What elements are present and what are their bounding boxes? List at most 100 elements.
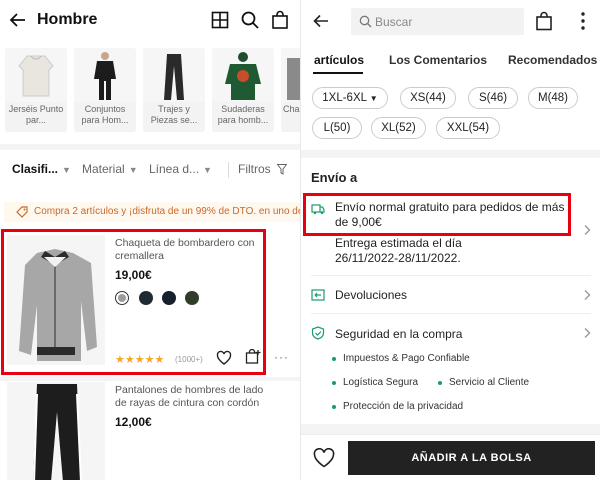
back-arrow-icon[interactable] bbox=[312, 12, 330, 30]
category-label: Trajes y Piezas se... bbox=[150, 104, 198, 125]
category-sets[interactable]: Conjuntos para Hom... bbox=[74, 48, 136, 132]
wishlist-heart-icon[interactable] bbox=[216, 350, 232, 366]
detail-tabs: artículos Los Comentarios Recomendados bbox=[301, 46, 600, 76]
wishlist-heart-icon[interactable] bbox=[313, 448, 335, 468]
color-swatch-olive[interactable] bbox=[185, 291, 199, 305]
product-image[interactable] bbox=[7, 235, 105, 365]
category-list-screen: Hombre Jerséis Punto par... Conjuntos pa… bbox=[0, 0, 300, 480]
category-jackets[interactable]: Cha & Ab bbox=[281, 48, 300, 132]
security-item: Protección de la privacidad bbox=[331, 401, 464, 412]
chevron-right-icon[interactable] bbox=[583, 327, 591, 339]
returns-icon bbox=[311, 289, 325, 301]
category-suits[interactable]: Trajes y Piezas se... bbox=[143, 48, 205, 132]
bomber-jacket-image bbox=[7, 235, 105, 365]
chevron-right-icon[interactable] bbox=[583, 289, 591, 301]
product-price: 19,00€ bbox=[115, 268, 152, 282]
material-dropdown[interactable]: Material ▼ bbox=[82, 162, 138, 176]
product-name[interactable]: Pantalones de hombres de lado de rayas d… bbox=[115, 384, 265, 410]
chevron-down-icon: ▼ bbox=[128, 165, 138, 175]
filters-button[interactable]: Filtros bbox=[238, 162, 288, 176]
search-icon[interactable] bbox=[240, 10, 260, 30]
delivery-estimate-label: Entrega estimada el día bbox=[335, 236, 462, 250]
search-input[interactable] bbox=[375, 12, 515, 31]
more-options-icon[interactable]: ··· bbox=[274, 350, 289, 364]
section-divider bbox=[301, 150, 600, 158]
filter-bar: Clasifi... ▼ Material ▼ Línea d... ▼ Filtro… bbox=[0, 152, 300, 188]
filters-label: Filtros bbox=[238, 162, 271, 176]
color-swatch-grey[interactable] bbox=[115, 291, 129, 305]
star-rating: ★★★★★ bbox=[115, 354, 165, 366]
hoodie-thumbnail bbox=[212, 48, 274, 102]
tracksuit-thumbnail bbox=[74, 48, 136, 102]
shield-icon bbox=[311, 326, 325, 340]
product-image[interactable] bbox=[7, 382, 105, 480]
shopping-bag-icon[interactable] bbox=[270, 10, 290, 30]
row-divider bbox=[311, 313, 591, 314]
security-item: Servicio al Cliente bbox=[437, 377, 530, 388]
shopping-bag-icon[interactable] bbox=[535, 11, 553, 31]
size-chip-m[interactable]: M(48) bbox=[528, 87, 578, 109]
color-swatch-navy[interactable] bbox=[139, 291, 153, 305]
category-label: Cha & Ab bbox=[283, 104, 300, 114]
add-to-bag-button[interactable]: AÑADIR A LA BOLSA bbox=[348, 441, 595, 475]
category-label: Conjuntos para Hom... bbox=[81, 104, 129, 125]
size-chip-1xl-6xl[interactable]: 1XL-6XL ▼ bbox=[312, 87, 388, 109]
chevron-right-icon[interactable] bbox=[583, 224, 591, 236]
free-shipping-text: Envío normal gratuito para pedidos de má… bbox=[335, 200, 565, 229]
size-chip-l[interactable]: L(50) bbox=[312, 117, 362, 139]
sweater-thumbnail bbox=[5, 48, 67, 102]
promo-text: Compra 2 artículos y ¡disfruta de un 99%… bbox=[34, 206, 300, 217]
delivery-estimate-dates: 26/11/2022-28/11/2022. bbox=[335, 251, 461, 265]
size-chip-xl[interactable]: XL(52) bbox=[371, 117, 426, 139]
product-detail-screen: artículos Los Comentarios Recomendados 1… bbox=[300, 0, 600, 480]
returns-link[interactable]: Devoluciones bbox=[335, 288, 407, 303]
sort-dropdown[interactable]: Clasifi... ▼ bbox=[12, 162, 71, 176]
security-item: Impuestos & Pago Confiable bbox=[332, 353, 470, 364]
size-chip-xxl[interactable]: XXL(54) bbox=[436, 117, 500, 139]
grid-view-icon[interactable] bbox=[210, 10, 230, 30]
tab-reviews[interactable]: Los Comentarios bbox=[389, 53, 487, 67]
security-item: Logística Segura bbox=[331, 377, 419, 388]
search-box[interactable] bbox=[351, 8, 524, 35]
shipping-title: Envío a bbox=[311, 170, 358, 185]
bottom-action-bar: AÑADIR A LA BOLSA bbox=[301, 434, 600, 480]
review-count: (1000+) bbox=[175, 355, 203, 364]
product-price: 12,00€ bbox=[115, 415, 152, 429]
sort-label: Clasifi... bbox=[12, 162, 59, 176]
size-chip-xs[interactable]: XS(44) bbox=[400, 87, 456, 109]
tag-icon bbox=[16, 206, 28, 218]
section-divider bbox=[0, 144, 300, 150]
line-label: Línea d... bbox=[149, 162, 200, 176]
jacket-thumbnail bbox=[281, 48, 300, 102]
line-dropdown[interactable]: Línea d... ▼ bbox=[149, 162, 212, 176]
category-carousel: Jerséis Punto par... Conjuntos para Hom.… bbox=[0, 48, 300, 140]
filter-separator bbox=[228, 162, 229, 178]
back-arrow-icon[interactable] bbox=[8, 10, 28, 30]
section-divider bbox=[301, 424, 600, 434]
caret-down-icon: ▼ bbox=[369, 94, 378, 103]
joggers-image bbox=[7, 382, 105, 480]
row-divider bbox=[311, 275, 591, 276]
product-name[interactable]: Chaqueta de bombardero con cremallera bbox=[115, 237, 265, 263]
color-swatch-dark-navy[interactable] bbox=[162, 291, 176, 305]
size-label: 1XL-6XL bbox=[322, 92, 367, 104]
category-hoodies[interactable]: Sudaderas para homb... bbox=[212, 48, 274, 132]
size-chip-s[interactable]: S(46) bbox=[468, 87, 518, 109]
search-icon bbox=[359, 15, 372, 28]
category-label: Jerséis Punto par... bbox=[8, 104, 64, 125]
tab-articles[interactable]: artículos bbox=[314, 53, 364, 67]
add-to-bag-icon[interactable] bbox=[245, 349, 261, 365]
category-label: Sudaderas para homb... bbox=[217, 104, 269, 125]
funnel-icon bbox=[277, 164, 288, 175]
tab-recommended[interactable]: Recomendados bbox=[508, 53, 597, 67]
truck-icon bbox=[311, 204, 325, 215]
trousers-thumbnail bbox=[143, 48, 205, 102]
top-bar: Hombre bbox=[0, 0, 300, 40]
category-sweaters[interactable]: Jerséis Punto par... bbox=[5, 48, 67, 132]
security-title[interactable]: Seguridad en la compra bbox=[335, 327, 462, 342]
section-divider bbox=[0, 377, 300, 381]
promo-banner[interactable]: Compra 2 artículos y ¡disfruta de un 99%… bbox=[4, 202, 300, 222]
chevron-down-icon: ▼ bbox=[62, 165, 71, 175]
more-vertical-icon[interactable] bbox=[579, 11, 587, 31]
active-tab-indicator bbox=[313, 72, 363, 74]
